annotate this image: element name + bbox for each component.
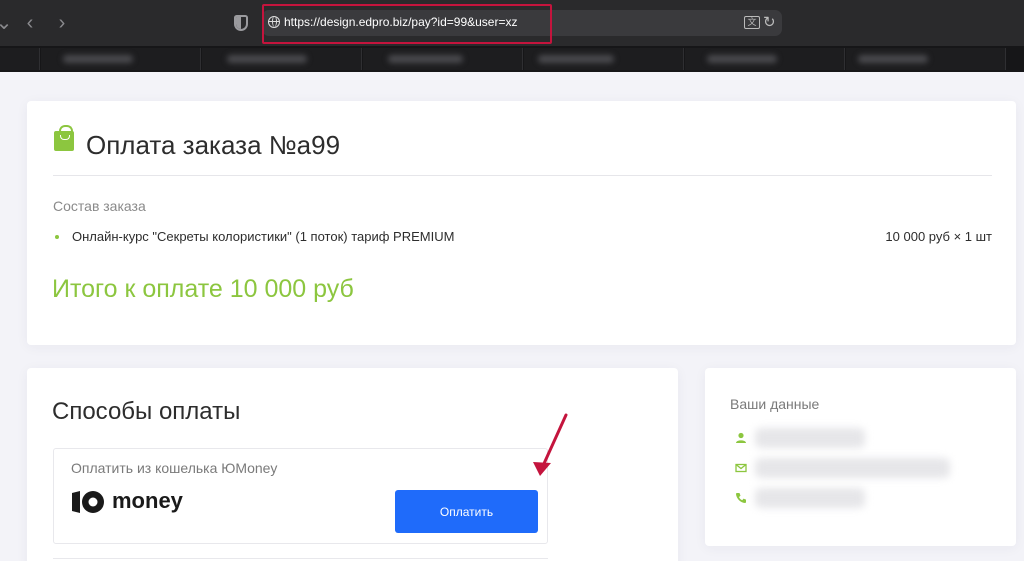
- list-item: Онлайн-курс "Секреты колористики" (1 пот…: [53, 229, 992, 247]
- user-name-value: [755, 428, 865, 448]
- shield-icon[interactable]: [234, 15, 248, 31]
- user-icon: [736, 432, 746, 443]
- pay-button[interactable]: Оплатить: [395, 490, 538, 533]
- translate-icon[interactable]: 文: [744, 16, 760, 29]
- email-icon: [735, 463, 747, 473]
- item-price: 10 000 руб × 1 шт: [885, 229, 992, 244]
- chevron-left-icon[interactable]: ‹: [20, 12, 40, 34]
- payment-methods-title: Способы оплаты: [52, 398, 241, 425]
- page-title: Оплата заказа №а99: [86, 130, 341, 160]
- bullet-icon: [55, 235, 59, 239]
- user-phone-value: [755, 488, 865, 508]
- annotation-arrow: [533, 413, 568, 476]
- tab[interactable]: [846, 48, 1006, 70]
- payment-method-yoomoney: Оплатить из кошелька ЮMoney money Оплати…: [53, 448, 548, 544]
- shopping-bag-icon: [54, 125, 74, 151]
- tab[interactable]: [685, 48, 845, 70]
- yoomoney-logo-text: money: [112, 488, 183, 513]
- tab[interactable]: [524, 48, 684, 70]
- divider: [53, 175, 992, 176]
- yoomoney-logo-icon: [72, 491, 104, 513]
- payment-methods-card: Способы оплаты Оплатить из кошелька ЮMon…: [27, 368, 678, 561]
- tab-strip: [0, 46, 1024, 72]
- user-name-row: [732, 428, 1002, 448]
- tab[interactable]: [363, 48, 523, 70]
- payment-method-label: Оплатить из кошелька ЮMoney: [71, 460, 278, 476]
- chevron-right-icon[interactable]: ›: [52, 12, 72, 34]
- item-name: Онлайн-курс "Секреты колористики" (1 пот…: [72, 229, 455, 244]
- tab[interactable]: [0, 48, 40, 70]
- user-email-value: [755, 458, 950, 478]
- order-composition-label: Состав заказа: [53, 198, 146, 214]
- order-total: Итого к оплате 10 000 руб: [52, 275, 354, 303]
- tab[interactable]: [41, 48, 201, 70]
- tab[interactable]: [202, 48, 362, 70]
- menu-chevron-icon[interactable]: ⌄: [0, 12, 14, 34]
- user-phone-row: [732, 488, 1002, 508]
- url-annotation-box: [262, 4, 552, 44]
- browser-toolbar: ⌄ ‹ › https://design.edpro.biz/pay?id=99…: [0, 0, 1024, 46]
- user-data-card: Ваши данные: [705, 368, 1016, 546]
- reload-icon[interactable]: ↻: [763, 13, 776, 31]
- order-card: Оплата заказа №а99 Состав заказа Онлайн-…: [27, 101, 1016, 345]
- user-email-row: [732, 458, 1002, 478]
- user-data-title: Ваши данные: [730, 396, 820, 412]
- phone-icon: [736, 493, 746, 503]
